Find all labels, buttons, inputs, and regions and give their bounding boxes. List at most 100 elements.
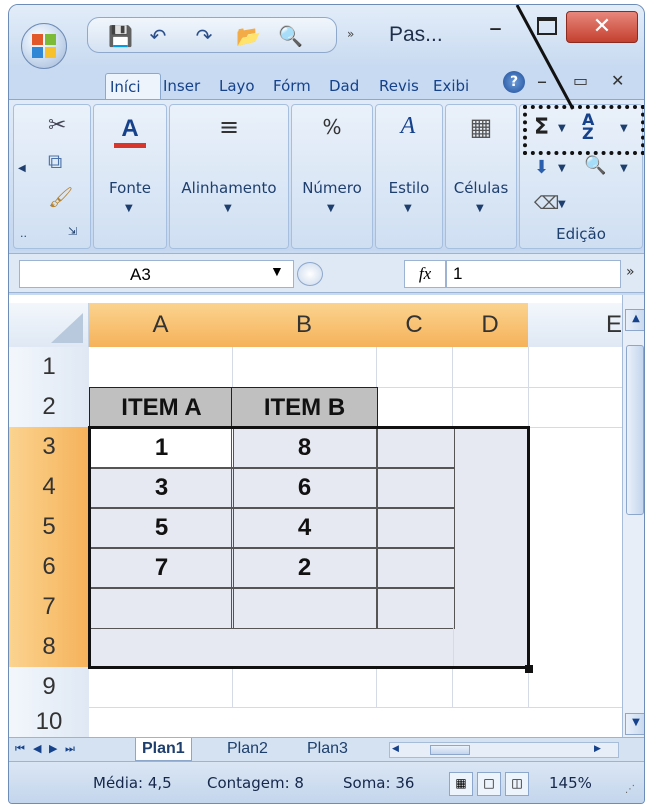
cells-group[interactable]: ▦ Células ▼ bbox=[445, 104, 517, 249]
column-header-e[interactable]: E bbox=[528, 303, 622, 347]
scroll-left-icon[interactable]: ◀ bbox=[392, 744, 399, 754]
row-header-9[interactable]: 9 bbox=[9, 667, 89, 708]
tab-inserir[interactable]: Inser bbox=[163, 73, 209, 99]
chevron-down-icon[interactable]: ▼ bbox=[270, 263, 284, 279]
cell-a2-header[interactable]: ITEM A bbox=[89, 387, 234, 429]
cell-e1[interactable] bbox=[528, 347, 622, 388]
fill-icon[interactable]: ⬇ bbox=[534, 157, 549, 178]
name-box[interactable]: A3 ▼ bbox=[19, 260, 294, 288]
find-select-icon[interactable]: 🔍 bbox=[584, 155, 606, 176]
horizontal-scroll-thumb[interactable] bbox=[430, 745, 470, 755]
alignment-group[interactable]: ≡ Alinhamento ▼ bbox=[169, 104, 289, 249]
row-header-10[interactable]: 10 bbox=[9, 707, 89, 737]
resize-grip-icon[interactable]: ⋰ bbox=[625, 784, 635, 795]
clear-icon[interactable]: ⌫ bbox=[534, 193, 559, 214]
page-layout-view-icon[interactable]: □ bbox=[477, 772, 501, 796]
cell-b2-header[interactable]: ITEM B bbox=[231, 387, 378, 429]
vertical-scrollbar[interactable]: ▲ ▼ bbox=[622, 295, 644, 737]
ribbon-close-button[interactable]: ✕ bbox=[611, 71, 624, 90]
cell-b1[interactable] bbox=[232, 347, 377, 388]
tab-inicio[interactable]: Iníci bbox=[105, 73, 161, 100]
cell-e9[interactable] bbox=[528, 667, 622, 708]
normal-view-icon[interactable]: ▦ bbox=[449, 772, 473, 796]
column-header-a[interactable]: A bbox=[89, 303, 233, 347]
prev-sheet-icon[interactable]: ◀ bbox=[33, 742, 41, 755]
number-group[interactable]: % Número ▼ bbox=[291, 104, 373, 249]
next-sheet-icon[interactable]: ▶ bbox=[49, 742, 57, 755]
scroll-up-button[interactable]: ▲ bbox=[625, 309, 644, 331]
cells-icon: ▦ bbox=[469, 113, 493, 141]
row-header-8[interactable]: 8 bbox=[9, 627, 89, 668]
copy-icon[interactable]: ⧉ bbox=[48, 149, 62, 173]
chevron-down-icon: ▼ bbox=[558, 199, 566, 210]
sheet-tab-plan1[interactable]: Plan1 bbox=[135, 738, 192, 761]
formula-input[interactable]: 1 bbox=[446, 260, 621, 288]
horizontal-scrollbar[interactable]: ◀ ▶ bbox=[389, 742, 619, 758]
fill-handle[interactable] bbox=[525, 665, 533, 673]
zoom-level[interactable]: 145% bbox=[549, 774, 592, 792]
first-sheet-icon[interactable]: ⏮ bbox=[15, 742, 25, 756]
insert-function-button[interactable]: fx bbox=[404, 260, 446, 288]
font-group[interactable]: A Fonte ▼ bbox=[93, 104, 167, 249]
dialog-launcher-icon[interactable]: ⇲ bbox=[68, 225, 77, 238]
chevron-down-icon: ▼ bbox=[327, 203, 335, 214]
last-sheet-icon[interactable]: ⏭ bbox=[65, 742, 75, 756]
tab-revisao[interactable]: Revis bbox=[379, 73, 423, 99]
cell-b9[interactable] bbox=[232, 667, 377, 708]
tab-layout[interactable]: Layo bbox=[219, 73, 263, 99]
cell-c2[interactable] bbox=[376, 387, 453, 428]
customize-qat-chevron-icon[interactable]: » bbox=[347, 27, 354, 41]
column-header-b[interactable]: B bbox=[232, 303, 377, 347]
row-header-1[interactable]: 1 bbox=[9, 347, 89, 388]
chevron-down-icon: ▼ bbox=[476, 203, 484, 214]
open-folder-icon[interactable]: 📂 bbox=[236, 24, 261, 48]
save-icon[interactable]: 💾 bbox=[108, 24, 133, 48]
row-header-3[interactable]: 3 bbox=[9, 427, 89, 468]
cell-e2[interactable] bbox=[528, 387, 622, 428]
print-preview-icon[interactable]: 🔍 bbox=[278, 24, 303, 48]
column-header-d[interactable]: D bbox=[452, 303, 529, 347]
sheet-tab-plan3[interactable]: Plan3 bbox=[301, 738, 354, 760]
expand-formula-bar-icon[interactable]: » bbox=[626, 264, 635, 280]
scroll-down-button[interactable]: ▼ bbox=[625, 713, 644, 735]
format-painter-icon[interactable]: 🖌 bbox=[48, 185, 73, 209]
row-header-6[interactable]: 6 bbox=[9, 547, 89, 588]
clipboard-left-arrow-icon[interactable]: ◀ bbox=[18, 163, 26, 174]
cell-d1[interactable] bbox=[452, 347, 529, 388]
page-break-view-icon[interactable]: ◫ bbox=[505, 772, 529, 796]
formula-bar: A3 ▼ fx 1 » bbox=[9, 253, 644, 293]
undo-icon[interactable]: ↶ bbox=[146, 24, 170, 48]
row-header-2[interactable]: 2 bbox=[9, 387, 89, 428]
tab-formulas[interactable]: Fórm bbox=[273, 73, 319, 99]
cell-c1[interactable] bbox=[376, 347, 453, 388]
excel-window: 💾 ↶ ↷ 📂 🔍 » Pas... – ✕ Iníci Inser Layo … bbox=[8, 4, 645, 804]
tab-exibicao[interactable]: Exibi bbox=[433, 73, 479, 99]
styles-group[interactable]: A Estilo ▼ bbox=[375, 104, 443, 249]
select-all-corner[interactable] bbox=[9, 303, 89, 347]
cell-a9[interactable] bbox=[89, 667, 233, 708]
scroll-right-icon[interactable]: ▶ bbox=[594, 744, 601, 754]
cut-icon[interactable]: ✂ bbox=[48, 113, 66, 138]
callout-pointer-line bbox=[515, 5, 575, 110]
row-header-5[interactable]: 5 bbox=[9, 507, 89, 548]
row-header-7[interactable]: 7 bbox=[9, 587, 89, 628]
quick-access-toolbar: 💾 ↶ ↷ 📂 🔍 bbox=[87, 17, 337, 53]
cell-d2[interactable] bbox=[452, 387, 529, 428]
cell-d9[interactable] bbox=[452, 667, 529, 708]
corner-triangle-icon bbox=[51, 313, 83, 343]
column-header-c[interactable]: C bbox=[376, 303, 453, 347]
redo-icon[interactable]: ↷ bbox=[192, 24, 216, 48]
row-header-4[interactable]: 4 bbox=[9, 467, 89, 508]
sheet-tabs-bar: ⏮ ◀ ▶ ⏭ Plan1 Plan2 Plan3 ◀ ▶ bbox=[9, 737, 644, 761]
cell-a1[interactable] bbox=[89, 347, 233, 388]
office-button[interactable] bbox=[21, 23, 67, 69]
sheet-tab-plan2[interactable]: Plan2 bbox=[221, 738, 274, 760]
formula-bar-circle-icon[interactable] bbox=[297, 262, 323, 286]
styles-group-label: Estilo bbox=[388, 179, 430, 197]
vertical-scroll-thumb[interactable] bbox=[626, 345, 644, 515]
tab-dados[interactable]: Dad bbox=[329, 73, 369, 99]
chevron-down-icon: ▼ bbox=[620, 163, 628, 174]
window-title: Pas... bbox=[389, 23, 443, 46]
status-sum: Soma: 36 bbox=[343, 774, 415, 792]
cell-c9[interactable] bbox=[376, 667, 453, 708]
